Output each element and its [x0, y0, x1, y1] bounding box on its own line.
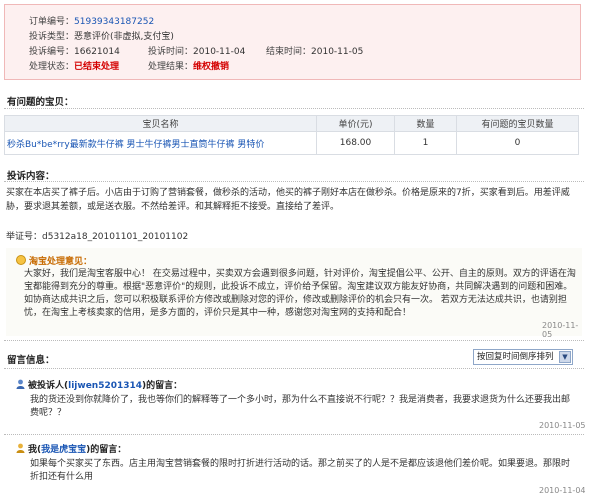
divider: [4, 108, 584, 109]
message-suffix: )的留言：: [86, 445, 127, 455]
opinion-title-text: 淘宝处理意见：: [29, 257, 93, 267]
products-table: 宝贝名称 单价(元) 数量 有问题的宝贝数量 秒杀Bu*be*rry最新款牛仔裤…: [4, 115, 579, 155]
table-row: 秒杀Bu*be*rry最新款牛仔裤 男士牛仔裤男士直筒牛仔裤 男特价 168.0…: [4, 131, 579, 155]
message-date: 2010-11-05: [539, 421, 586, 430]
complaint-time-row: 投诉时间：2010-11-04: [148, 45, 245, 59]
divider: [4, 340, 584, 341]
sort-order-select[interactable]: 按回复时间倒序排列 ▼: [473, 349, 573, 365]
col-header-qty: 数量: [394, 115, 457, 132]
complaint-time-label: 投诉时间：: [148, 47, 194, 57]
message-date: 2010-11-04: [539, 486, 586, 495]
message-text: 如果每个买家买了东西。店主用淘宝营销套餐的限时打折进行活动的话。那之前买了的人是…: [30, 459, 571, 482]
status-value: 已结束处理: [74, 62, 120, 72]
message-user-link[interactable]: 我是虎宝宝: [41, 445, 86, 455]
product-qty-cell: 1: [394, 131, 457, 155]
result-label: 处理结果：: [148, 62, 194, 72]
message-header: 被投诉人(lijwen5201314)的留言：: [16, 378, 182, 391]
complaint-time-value: 2010-11-04: [193, 47, 246, 57]
product-price-cell: 168.00: [316, 131, 395, 155]
complaint-type-value: 恶意评价(非虚拟,支付宝): [74, 32, 174, 42]
product-name-cell: 秒杀Bu*be*rry最新款牛仔裤 男士牛仔裤男士直筒牛仔裤 男特价: [4, 131, 317, 155]
opinion-text: 大家好，我们是淘宝客服中心！ 在交易过程中，买卖双方会遇到很多问题，针对评价，淘…: [24, 269, 576, 318]
taobao-opinion-box: 淘宝处理意见： 大家好，我们是淘宝客服中心！ 在交易过程中，买卖双方会遇到很多问…: [6, 248, 582, 339]
smiley-icon: [16, 255, 26, 265]
complaint-number-row: 投诉编号：16621014: [29, 45, 120, 59]
result-value: 维权撤销: [193, 62, 230, 72]
product-problem-qty-cell: 0: [456, 131, 579, 155]
evidence-number: 举证号：d5312a18_20101101_20101102: [6, 232, 189, 242]
complaint-text: 买家在本店买了裤子后。小店由于订购了营销套餐，做秒杀的活动，他买的裤子刚好本店在…: [6, 188, 570, 212]
user-icon: [16, 443, 25, 453]
end-time-label: 结束时间：: [266, 47, 312, 57]
message-suffix: )的留言：: [142, 381, 183, 391]
complaint-number-label: 投诉编号：: [29, 47, 75, 57]
sort-order-value: 按回复时间倒序排列: [477, 352, 554, 362]
product-name-link[interactable]: 秒杀Bu*be*rry最新款牛仔裤 男士牛仔裤男士直筒牛仔裤 男特价: [7, 140, 264, 150]
order-number-row: 订单编号：51939343187252: [29, 15, 154, 29]
complaint-type-row: 投诉类型：恶意评价(非虚拟,支付宝): [29, 30, 174, 44]
complaint-number-value: 16621014: [74, 47, 120, 57]
table-header-row: 宝贝名称 单价(元) 数量 有问题的宝贝数量: [4, 115, 579, 132]
opinion-date: 2010-11-05: [542, 321, 579, 339]
message-user-link[interactable]: lijwen5201314: [68, 381, 142, 391]
message-header: 我(我是虎宝宝)的留言：: [16, 442, 126, 455]
messages-section-title: 留言信息：: [7, 355, 55, 366]
complaint-section-title: 投诉内容：: [7, 171, 55, 182]
divider: [4, 181, 584, 182]
col-header-name: 宝贝名称: [4, 115, 317, 132]
order-number-link[interactable]: 51939343187252: [74, 17, 154, 27]
divider: [4, 368, 584, 369]
col-header-price: 单价(元): [316, 115, 395, 132]
status-row: 处理状态：已结束处理: [29, 60, 119, 74]
products-section-title: 有问题的宝贝：: [7, 97, 74, 108]
status-label: 处理状态：: [29, 62, 75, 72]
end-time-row: 结束时间：2010-11-05: [266, 45, 363, 59]
complaint-type-label: 投诉类型：: [29, 32, 75, 42]
result-row: 处理结果：维权撤销: [148, 60, 229, 74]
order-info-box: 订单编号：51939343187252 投诉类型：恶意评价(非虚拟,支付宝) 投…: [4, 4, 581, 80]
chevron-down-icon: ▼: [559, 351, 571, 363]
message-text: 我的货还没到你就降价了，我也等你们的解释等了一个多小时，那为什么不直接说不行呢？…: [30, 395, 571, 418]
divider: [4, 434, 584, 435]
order-number-label: 订单编号：: [29, 17, 75, 27]
message-prefix: 我(: [28, 445, 42, 455]
col-header-problem-qty: 有问题的宝贝数量: [456, 115, 579, 132]
message-prefix: 被投诉人(: [28, 381, 69, 391]
user-icon: [16, 379, 25, 389]
opinion-title: 淘宝处理意见：: [16, 254, 92, 267]
end-time-value: 2010-11-05: [311, 47, 364, 57]
